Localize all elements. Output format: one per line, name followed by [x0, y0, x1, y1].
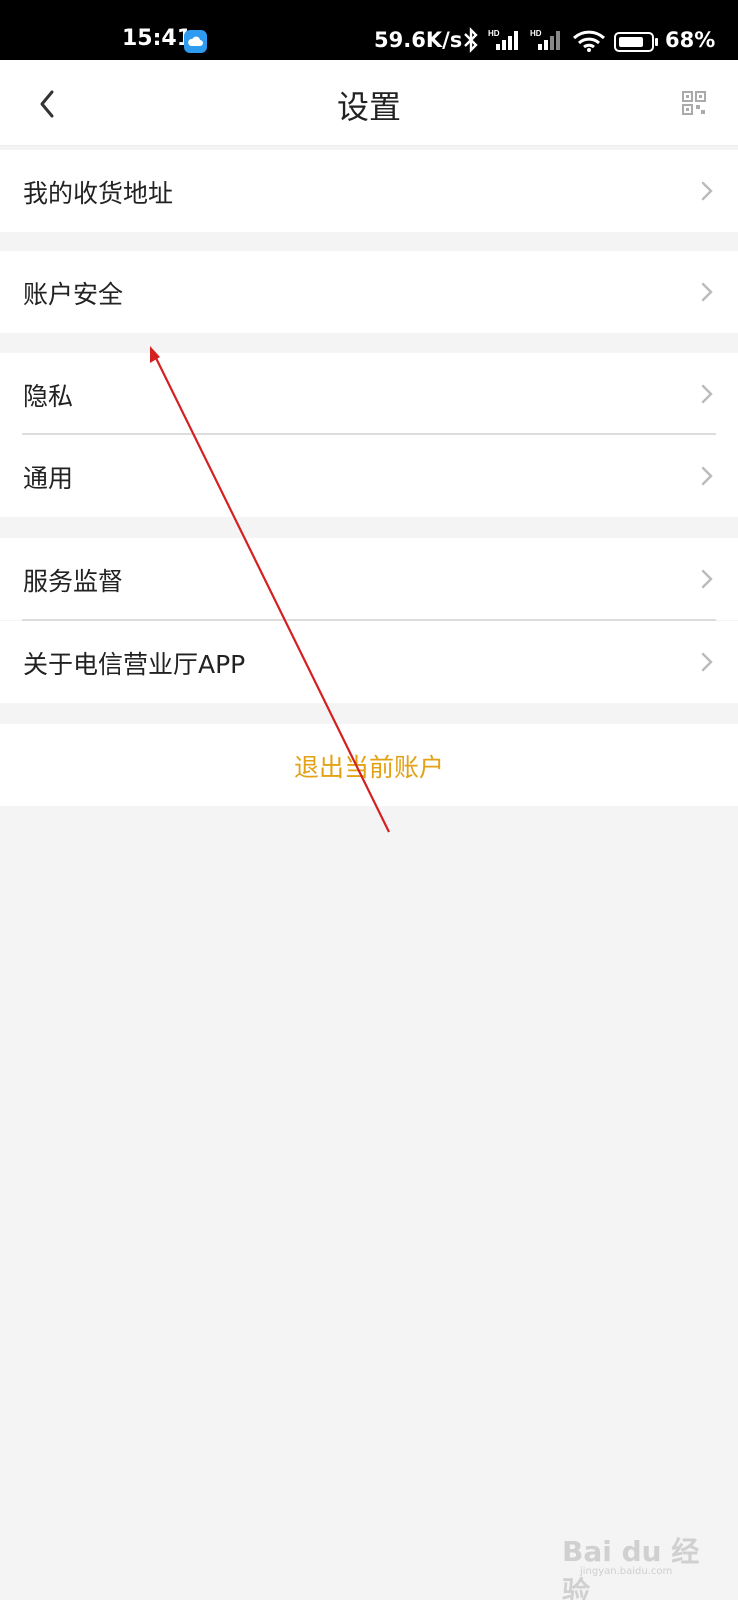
menu-item-label: 账户安全: [23, 280, 124, 309]
chevron-right-icon: [700, 281, 714, 303]
hd-signal-icon: HD: [488, 28, 524, 56]
chevron-right-icon: [700, 465, 714, 487]
menu-item-general[interactable]: 通用: [0, 435, 738, 517]
logout-button[interactable]: 退出当前账户: [0, 724, 738, 806]
menu-item-service-supervision[interactable]: 服务监督: [0, 538, 738, 620]
status-bar: 15:41 59.6K/s HD HD 68%: [0, 0, 738, 60]
menu-item-about-app[interactable]: 关于电信营业厅APP: [0, 621, 738, 703]
svg-text:HD: HD: [488, 29, 500, 38]
baidu-watermark: Bai du 经验 jingyan.baidu.com: [562, 1520, 722, 1600]
battery-icon: [614, 32, 660, 56]
menu-item-label: 关于电信营业厅APP: [23, 650, 246, 679]
menu-item-label: 通用: [23, 464, 74, 493]
hd-signal-icon: HD: [530, 28, 566, 56]
network-speed: 59.6K/s: [374, 28, 463, 52]
watermark-text: Bai du 经验: [562, 1535, 700, 1600]
svg-text:HD: HD: [530, 29, 542, 38]
battery-percent: 68%: [665, 28, 716, 52]
nav-bar: 设置: [0, 60, 738, 146]
menu-item-privacy[interactable]: 隐私: [0, 353, 738, 435]
menu-item-label: 我的收货地址: [23, 179, 174, 208]
cloud-icon: [184, 30, 207, 53]
page-title: 设置: [336, 88, 401, 126]
menu-item-label: 隐私: [23, 382, 74, 411]
status-time: 15:41: [122, 26, 193, 51]
wifi-icon: [572, 30, 606, 56]
bluetooth-icon: [462, 26, 480, 58]
qr-code-icon[interactable]: [682, 91, 706, 115]
menu-item-shipping-address[interactable]: 我的收货地址: [0, 150, 738, 232]
chevron-right-icon: [700, 180, 714, 202]
menu-item-label: 服务监督: [23, 567, 124, 596]
logout-label: 退出当前账户: [293, 753, 444, 782]
chevron-right-icon: [700, 568, 714, 590]
chevron-right-icon: [700, 383, 714, 405]
menu-item-account-security[interactable]: 账户安全: [0, 251, 738, 333]
chevron-right-icon: [700, 651, 714, 673]
watermark-subtext: jingyan.baidu.com: [580, 1566, 673, 1577]
